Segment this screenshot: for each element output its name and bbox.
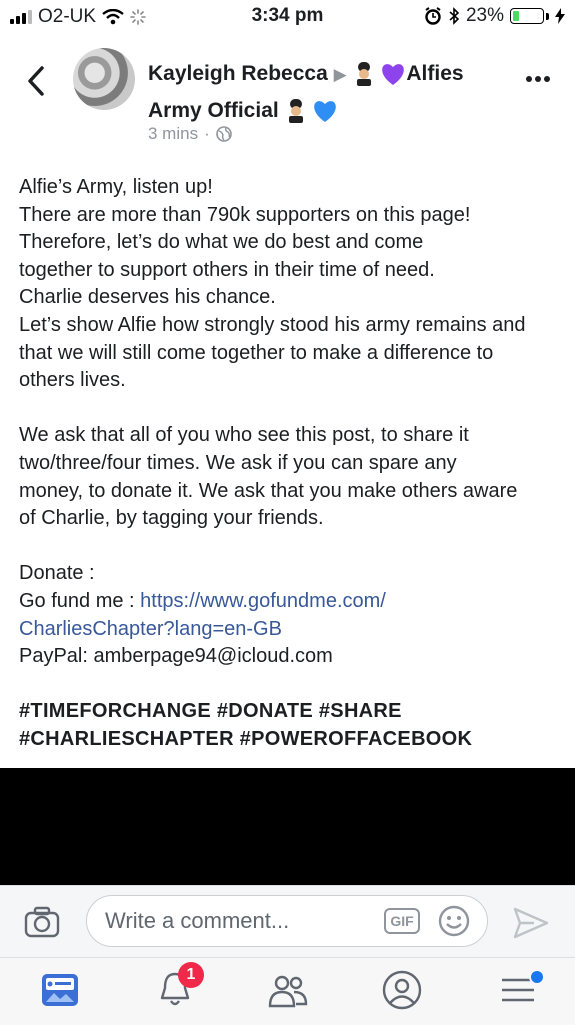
page-name-part2[interactable]: Army Official [148,99,279,122]
author-avatar[interactable] [73,48,135,110]
purple-heart-emoji-icon [382,64,405,86]
more-options-icon[interactable] [525,66,551,92]
paypal-line: PayPal: amberpage94@icloud.com [19,645,333,668]
bluetooth-icon [449,7,460,25]
donate-label: Donate : [19,562,95,585]
bottom-tab-bar [0,957,575,1025]
post-meta: 3 mins · [148,124,232,144]
meta-separator: · [204,124,210,143]
profile-icon[interactable] [380,968,424,1012]
charging-bolt-icon [555,8,565,24]
post-line: Let’s show Alfie how strongly stood his … [19,313,526,392]
comment-input-box[interactable]: Write a comment... GIF [86,895,488,947]
author-name[interactable]: Kayleigh Rebecca [148,62,328,85]
post-author-line: Kayleigh Rebecca ▶ Alfies Army Official [148,56,508,129]
send-icon[interactable] [512,906,550,940]
globe-icon [215,126,232,142]
status-bar: O2-UK 3:34 pm 23% [0,0,575,36]
post-line: Alfie’s Army, listen up! [19,176,213,198]
post-line: There are more than 790k supporters on t… [19,203,471,226]
post-timestamp[interactable]: 3 mins [148,124,198,144]
blue-heart-emoji-icon [314,101,337,123]
hashtags[interactable]: #TIMEFORCHANGE #DONATE #SHARE [19,698,564,726]
post-text: Alfie’s Army, listen up! There are more … [19,174,564,753]
battery-icon [510,8,544,24]
post-line: Therefore, let’s do what we do best and … [19,231,435,281]
guardsman-emoji-icon [356,62,371,87]
comment-composer: Write a comment... GIF [0,885,575,958]
gofundme-link[interactable]: CharliesChapter?lang=en-GB [19,618,282,640]
hashtags[interactable]: #CHARLIESCHAPTER #POWEROFFACEBOOK [19,726,564,754]
page-name-part1[interactable]: Alfies [406,62,463,85]
battery-percent: 23% [465,5,504,26]
menu-notification-dot [529,969,545,985]
news-feed-icon[interactable] [38,968,82,1012]
shared-to-arrow-icon: ▶ [333,65,347,84]
battery-level [513,11,519,21]
alarm-clock-icon [425,7,441,25]
post-media[interactable] [0,768,575,885]
guardsman-emoji-icon [288,99,303,124]
back-arrow-icon[interactable] [22,64,52,98]
post-line: Charlie deserves his chance. [19,286,276,309]
gif-icon[interactable]: GIF [384,908,420,934]
notifications-badge: 1 [178,962,204,988]
gofundme-label: Go fund me : [19,589,141,612]
post-paragraph: We ask that all of you who see this post… [19,424,518,530]
comment-input[interactable]: Write a comment... [105,908,289,934]
gofundme-link[interactable]: https://www.gofundme.com/ [140,590,386,612]
gofundme-line: Go fund me : https://www.gofundme.com/ C… [19,588,564,643]
friends-icon[interactable] [266,968,310,1012]
camera-icon[interactable] [24,905,60,939]
battery-cap [546,12,549,20]
emoji-picker-icon[interactable] [437,904,471,938]
